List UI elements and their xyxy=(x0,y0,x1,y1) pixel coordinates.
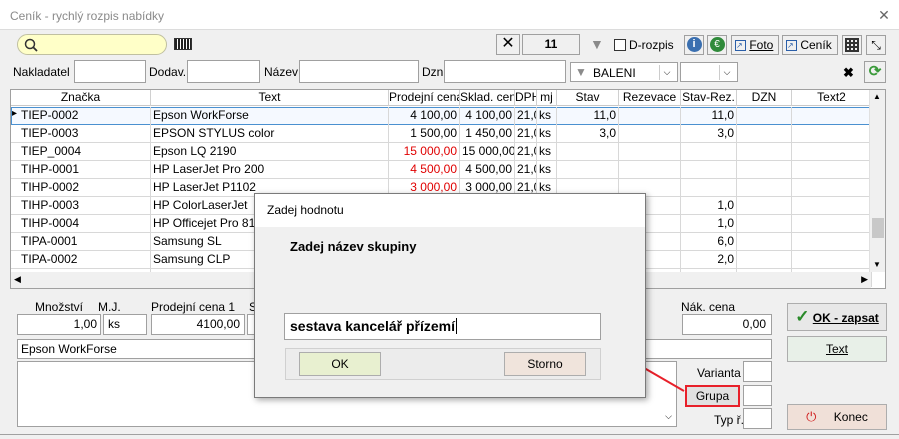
dialog-title: Zadej hodnotu xyxy=(255,194,645,227)
group-name-input[interactable]: sestava kancelář přízemí xyxy=(284,313,601,340)
dialog-storno-label: Storno xyxy=(527,357,563,371)
dialog-prompt: Zadej název skupiny xyxy=(290,239,417,254)
input-dialog: Zadej hodnotu Zadej název skupiny sestav… xyxy=(254,193,646,398)
dialog-storno-button[interactable]: Storno xyxy=(504,352,586,376)
group-name-value: sestava kancelář přízemí xyxy=(290,318,455,334)
dialog-ok-label: OK xyxy=(331,357,349,371)
dialog-ok-button[interactable]: OK xyxy=(299,352,381,376)
